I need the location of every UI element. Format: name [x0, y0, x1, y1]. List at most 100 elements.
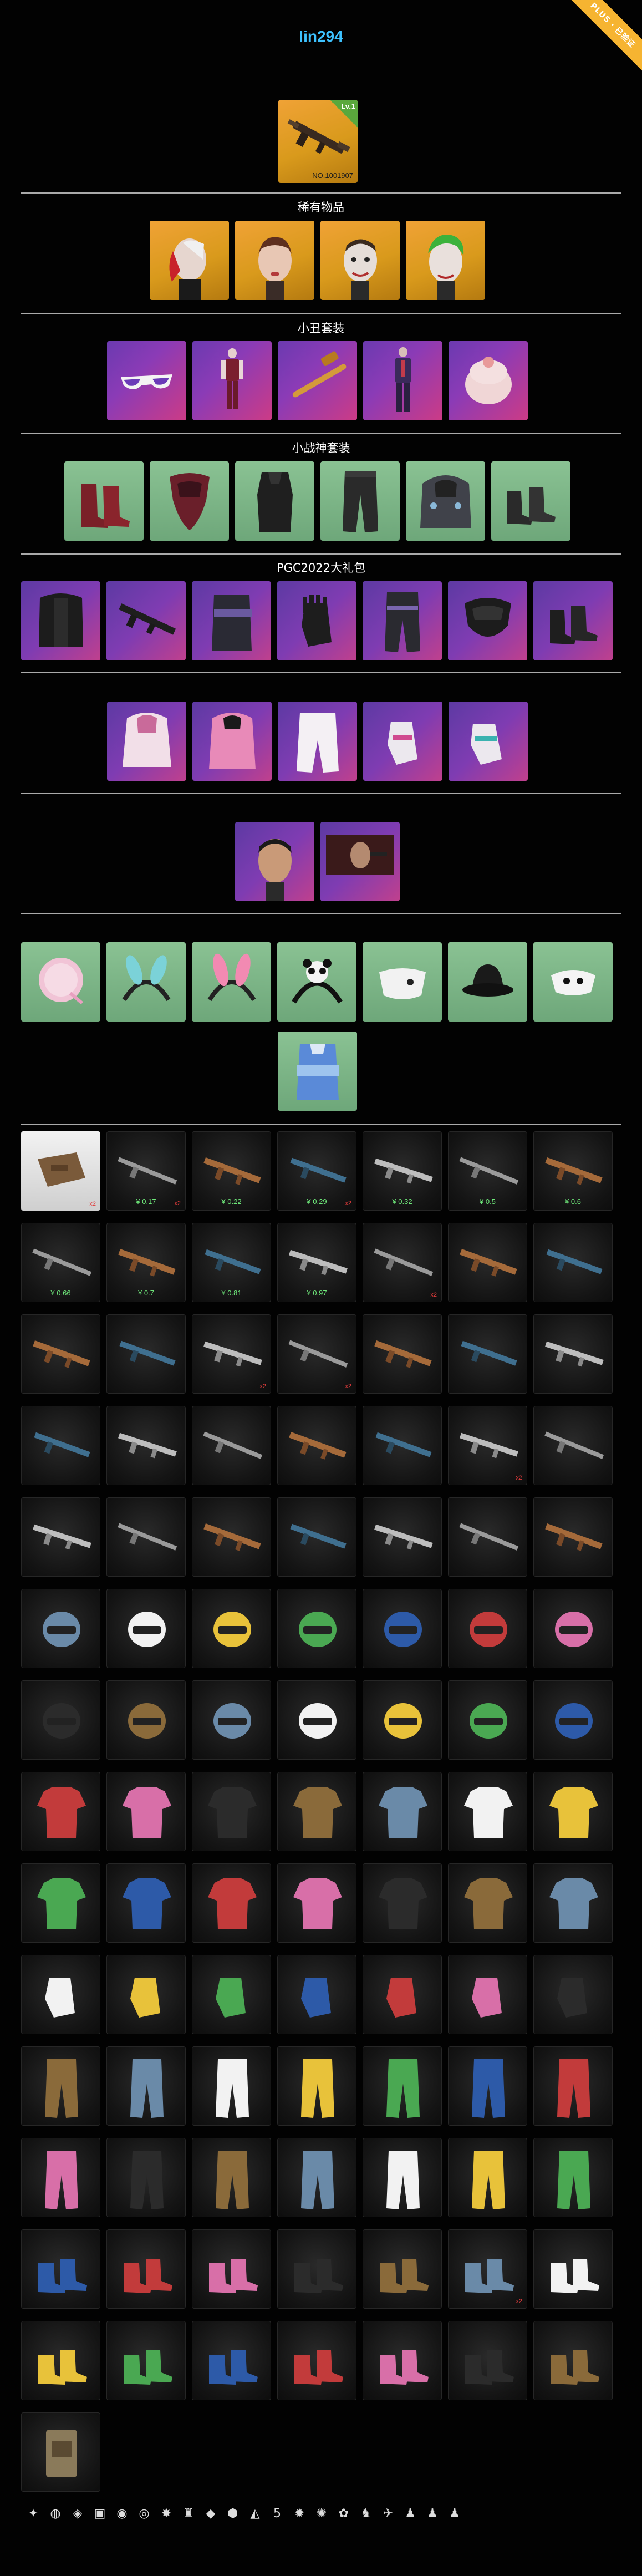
- pink-item-4[interactable]: [363, 702, 442, 781]
- acc-item-7[interactable]: [533, 942, 613, 1022]
- joker-item-5[interactable]: [449, 341, 528, 420]
- achievement-icon[interactable]: ◍: [48, 2506, 63, 2521]
- rare-item-3[interactable]: [320, 221, 400, 300]
- inventory-item[interactable]: [533, 1772, 613, 1851]
- achievement-icon[interactable]: ▣: [92, 2506, 108, 2521]
- achievement-icon[interactable]: ✿: [336, 2506, 351, 2521]
- inventory-item[interactable]: x2: [363, 1223, 442, 1302]
- inventory-item[interactable]: [363, 1314, 442, 1394]
- inventory-item[interactable]: [106, 2138, 186, 2217]
- face-item-2[interactable]: [320, 822, 400, 901]
- inventory-item[interactable]: [21, 1772, 100, 1851]
- inventory-item[interactable]: x2: [277, 1314, 356, 1394]
- inventory-item[interactable]: [106, 1955, 186, 2034]
- inventory-item[interactable]: [277, 1497, 356, 1577]
- inventory-item[interactable]: x2: [21, 1131, 100, 1211]
- inventory-item[interactable]: ¥ 0.7: [106, 1223, 186, 1302]
- inventory-item[interactable]: [277, 1680, 356, 1760]
- inventory-item[interactable]: x2: [448, 1406, 527, 1485]
- inventory-item[interactable]: [533, 1497, 613, 1577]
- inventory-item[interactable]: [277, 2138, 356, 2217]
- inventory-item[interactable]: [192, 2321, 271, 2400]
- joker-item-3[interactable]: [278, 341, 357, 420]
- inventory-item[interactable]: [192, 2138, 271, 2217]
- inventory-item[interactable]: [448, 1680, 527, 1760]
- inventory-item[interactable]: ¥ 0.6: [533, 1131, 613, 1211]
- god-item-4[interactable]: [320, 461, 400, 541]
- acc-item-8[interactable]: [278, 1032, 357, 1111]
- inventory-item[interactable]: [277, 1589, 356, 1668]
- inventory-item[interactable]: [448, 1223, 527, 1302]
- face-item-1[interactable]: [235, 822, 314, 901]
- inventory-item[interactable]: [106, 1406, 186, 1485]
- achievement-icon[interactable]: ♟: [402, 2506, 418, 2521]
- inventory-item[interactable]: ¥ 0.97: [277, 1223, 356, 1302]
- inventory-item[interactable]: [106, 1589, 186, 1668]
- achievement-icon[interactable]: 5: [269, 2506, 285, 2521]
- inventory-item[interactable]: [448, 1863, 527, 1943]
- acc-item-3[interactable]: [192, 942, 271, 1022]
- joker-item-2[interactable]: [192, 341, 272, 420]
- inventory-item[interactable]: [106, 2046, 186, 2126]
- acc-item-5[interactable]: [363, 942, 442, 1022]
- god-item-1[interactable]: [64, 461, 144, 541]
- pgc-item-5[interactable]: [363, 581, 442, 660]
- pgc-item-1[interactable]: [21, 581, 100, 660]
- inventory-item[interactable]: [277, 1863, 356, 1943]
- inventory-item[interactable]: [192, 1772, 271, 1851]
- joker-item-1[interactable]: [107, 341, 186, 420]
- inventory-item[interactable]: [106, 1772, 186, 1851]
- achievement-icon[interactable]: ♜: [181, 2506, 196, 2521]
- inventory-item[interactable]: [448, 2138, 527, 2217]
- inventory-item[interactable]: [533, 2321, 613, 2400]
- inventory-item[interactable]: [192, 1589, 271, 1668]
- inventory-item[interactable]: [448, 2321, 527, 2400]
- achievement-icon[interactable]: ✹: [292, 2506, 307, 2521]
- inventory-item[interactable]: [533, 1955, 613, 2034]
- inventory-item[interactable]: [21, 1955, 100, 2034]
- inventory-item[interactable]: [106, 1680, 186, 1760]
- inventory-item[interactable]: [277, 1955, 356, 2034]
- inventory-item[interactable]: ¥ 0.81: [192, 1223, 271, 1302]
- inventory-item[interactable]: [106, 1314, 186, 1394]
- inventory-item[interactable]: [21, 2321, 100, 2400]
- inventory-item[interactable]: [363, 1772, 442, 1851]
- inventory-item[interactable]: [448, 1314, 527, 1394]
- pink-item-1[interactable]: [107, 702, 186, 781]
- inventory-item[interactable]: [192, 1497, 271, 1577]
- inventory-item[interactable]: [448, 1772, 527, 1851]
- inventory-item[interactable]: ¥ 0.29 x2: [277, 1131, 356, 1211]
- inventory-item[interactable]: [448, 1497, 527, 1577]
- pgc-item-3[interactable]: [192, 581, 271, 660]
- inventory-item[interactable]: [363, 2046, 442, 2126]
- inventory-item[interactable]: [21, 1680, 100, 1760]
- inventory-item[interactable]: [192, 1955, 271, 2034]
- acc-item-1[interactable]: [21, 942, 100, 1022]
- inventory-item[interactable]: ¥ 0.32: [363, 1131, 442, 1211]
- inventory-item[interactable]: [363, 1406, 442, 1485]
- featured-item[interactable]: Lv.1 NO.1001907: [278, 100, 358, 183]
- inventory-item[interactable]: [363, 1680, 442, 1760]
- inventory-item[interactable]: [277, 1406, 356, 1485]
- inventory-item[interactable]: [533, 1223, 613, 1302]
- inventory-item[interactable]: [363, 2138, 442, 2217]
- inventory-item[interactable]: [21, 1497, 100, 1577]
- inventory-item[interactable]: [192, 2229, 271, 2309]
- inventory-item[interactable]: [363, 1589, 442, 1668]
- god-item-5[interactable]: [406, 461, 485, 541]
- inventory-item[interactable]: [533, 2046, 613, 2126]
- inventory-item[interactable]: [533, 2138, 613, 2217]
- inventory-item[interactable]: [363, 1863, 442, 1943]
- achievement-icon[interactable]: ✸: [159, 2506, 174, 2521]
- inventory-item[interactable]: [363, 1955, 442, 2034]
- inventory-item[interactable]: [448, 1589, 527, 1668]
- inventory-item[interactable]: [277, 2321, 356, 2400]
- inventory-item[interactable]: [192, 2046, 271, 2126]
- inventory-item[interactable]: [106, 2321, 186, 2400]
- achievement-icon[interactable]: ◆: [203, 2506, 218, 2521]
- pink-item-2[interactable]: [192, 702, 272, 781]
- inventory-item[interactable]: ¥ 0.17 x2: [106, 1131, 186, 1211]
- acc-item-6[interactable]: [448, 942, 527, 1022]
- inventory-item[interactable]: [277, 1772, 356, 1851]
- achievement-icon[interactable]: ♞: [358, 2506, 374, 2521]
